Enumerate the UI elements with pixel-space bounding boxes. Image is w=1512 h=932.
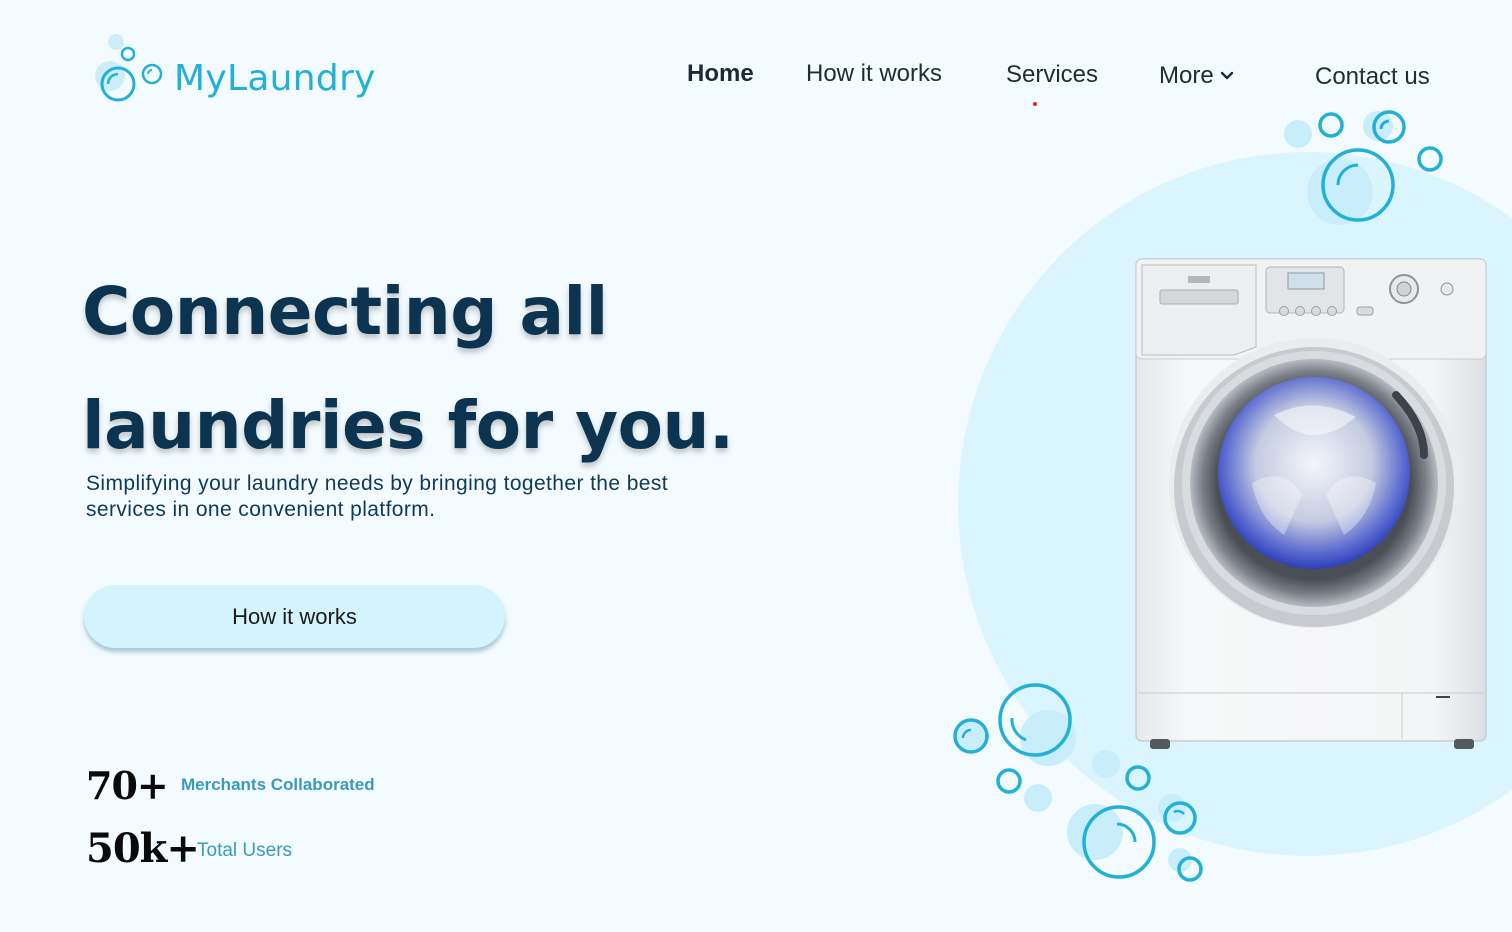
washing-machine-image: [1135, 258, 1487, 749]
landing-page: MyLaundry Home How it works Services Mor…: [0, 0, 1512, 932]
